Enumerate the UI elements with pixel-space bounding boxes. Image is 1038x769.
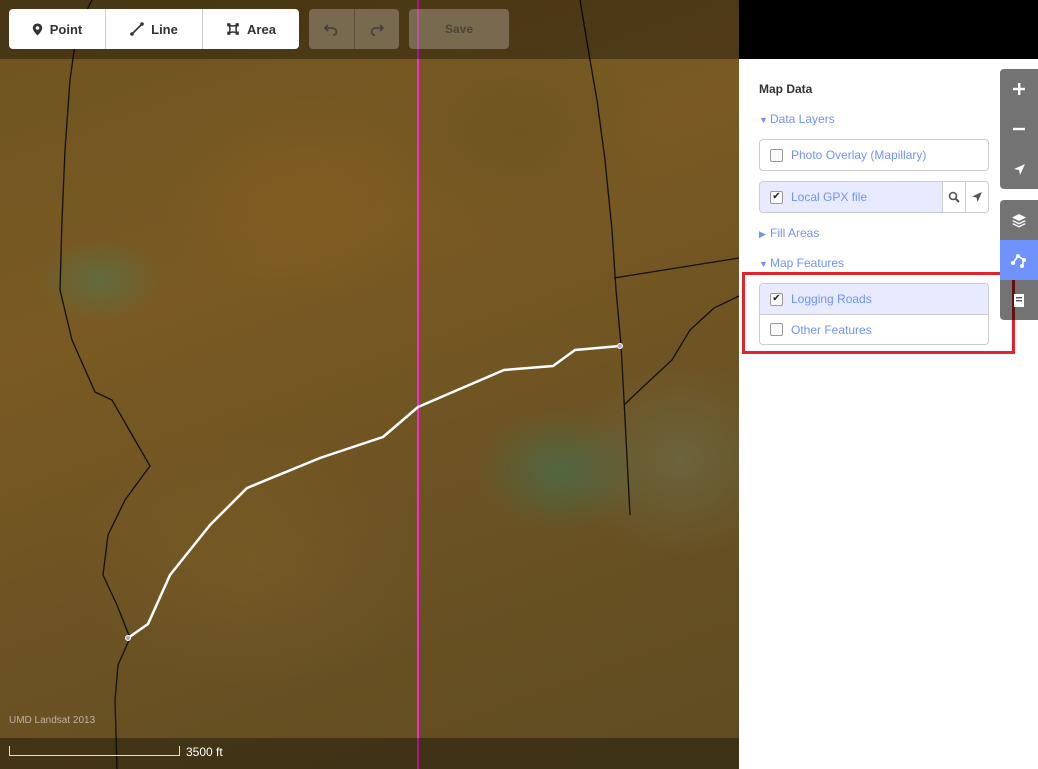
line-icon: [130, 22, 144, 36]
data-layers-heading: Data Layers: [770, 112, 835, 126]
logging-roads-checkbox[interactable]: ✔: [770, 292, 783, 306]
help-icon: [1014, 294, 1024, 307]
data-layers-toggle[interactable]: ▼ Data Layers: [759, 112, 835, 126]
data-layer-list: Photo Overlay (Mapillary): [759, 139, 989, 171]
add-line-button[interactable]: Line: [106, 9, 203, 49]
boundary-line: [623, 295, 739, 406]
add-point-button[interactable]: Point: [9, 9, 106, 49]
line-label: Line: [151, 21, 178, 37]
feature-logging-roads[interactable]: ✔ Logging Roads: [760, 284, 988, 314]
scale-bar[interactable]: [9, 746, 180, 756]
zoom-in-icon: [1013, 83, 1025, 95]
undo-redo-buttons: [309, 9, 399, 49]
feature-other[interactable]: Other Features: [760, 314, 988, 344]
panel-title: Map Data: [759, 82, 813, 96]
boundary-line: [579, 0, 631, 516]
zoom-controls: [1000, 69, 1038, 189]
map-features-heading: Map Features: [770, 256, 845, 270]
road-node: [125, 635, 131, 641]
geolocate-button[interactable]: [1000, 149, 1038, 189]
point-label: Point: [49, 21, 83, 37]
geolocate-icon: [1013, 163, 1025, 175]
gpx-layer-list: ✔ Local GPX file: [759, 181, 989, 213]
collapsed-triangle-icon: ▶: [759, 229, 766, 239]
search-icon: [948, 191, 960, 203]
boundary-lines: [59, 0, 739, 769]
layer-photo-overlay[interactable]: Photo Overlay (Mapillary): [760, 140, 988, 170]
boundary-line: [613, 257, 739, 279]
photo-overlay-label: Photo Overlay (Mapillary): [791, 148, 927, 162]
browse-gpx-button[interactable]: [965, 182, 988, 212]
map-data-panel: Map Data ▼ Data Layers Photo Overlay (Map…: [739, 59, 1038, 769]
map-canvas[interactable]: UMD Landsat 2013 3500 ft: [0, 0, 739, 769]
mode-buttons: Point Line Area: [9, 9, 299, 49]
map-data-pane-button[interactable]: [1000, 240, 1038, 280]
layers-icon: [1012, 214, 1026, 228]
redo-icon: [370, 23, 384, 36]
redo-button[interactable]: [355, 9, 400, 49]
boundary-line: [59, 0, 151, 769]
add-area-button[interactable]: Area: [203, 9, 299, 49]
zoom-out-button[interactable]: [1000, 109, 1038, 149]
map-features-toggle[interactable]: ▼ Map Features: [759, 256, 844, 270]
map-data-icon: [1011, 254, 1026, 268]
pane-controls: [1000, 200, 1038, 320]
help-pane-button[interactable]: [1000, 280, 1038, 320]
logging-road: [127, 344, 621, 640]
road-node: [617, 343, 623, 349]
undo-button[interactable]: [309, 9, 355, 49]
map-overlay: [59, 0, 739, 769]
imagery-attribution[interactable]: UMD Landsat 2013: [9, 715, 95, 726]
area-icon: [227, 23, 239, 35]
geolocate-icon: [972, 192, 982, 202]
fill-areas-toggle[interactable]: ▶ Fill Areas: [759, 226, 819, 240]
save-button[interactable]: Save: [409, 9, 509, 49]
expanded-triangle-icon: ▼: [759, 259, 768, 269]
logging-roads-label: Logging Roads: [791, 292, 872, 306]
background-pane-button[interactable]: [1000, 200, 1038, 240]
other-features-label: Other Features: [791, 322, 872, 337]
local-gpx-checkbox[interactable]: ✔: [770, 190, 783, 204]
zoom-to-gpx-button[interactable]: [942, 182, 965, 212]
undo-icon: [324, 23, 338, 36]
layer-local-gpx[interactable]: ✔ Local GPX file: [760, 182, 988, 212]
fill-areas-heading: Fill Areas: [770, 226, 820, 240]
photo-overlay-checkbox[interactable]: [770, 148, 783, 162]
zoom-in-button[interactable]: [1000, 69, 1038, 109]
map-pin-icon: [32, 23, 42, 35]
expanded-triangle-icon: ▼: [759, 115, 768, 125]
feature-filter-list: ✔ Logging Roads Other Features: [759, 283, 989, 345]
local-gpx-label: Local GPX file: [791, 190, 868, 204]
area-label: Area: [247, 21, 276, 37]
scale-label: 3500 ft: [186, 745, 223, 759]
zoom-out-icon: [1013, 127, 1025, 131]
other-features-checkbox[interactable]: [770, 323, 783, 336]
